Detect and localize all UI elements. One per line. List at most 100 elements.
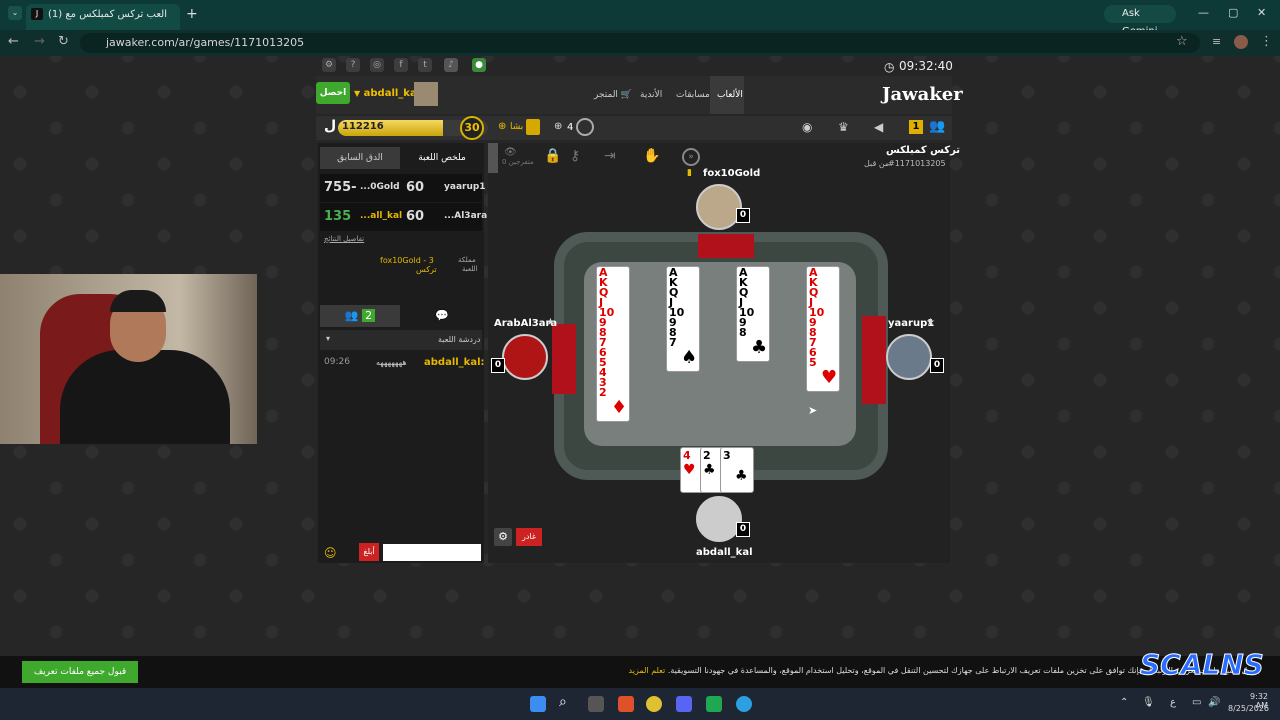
login-button[interactable]: احصل — [316, 82, 350, 104]
start-icon[interactable] — [530, 696, 546, 712]
language-indicator[interactable]: ع — [1170, 697, 1176, 708]
chat-input[interactable] — [383, 544, 481, 561]
chrome-icon[interactable] — [646, 696, 662, 712]
vip-card-icon[interactable] — [526, 119, 540, 135]
chat-header[interactable]: ▾ دردشة اللعبة — [320, 330, 482, 350]
exit-door-icon[interactable]: ⇥ — [604, 148, 616, 164]
eye-icon: 👁 — [504, 147, 517, 158]
opponent-name: ...0Gold — [360, 182, 400, 192]
report-button[interactable]: أبلغ — [359, 543, 379, 561]
ask-gemini-button[interactable]: Ask Gemini — [1104, 5, 1176, 37]
help-icon[interactable]: ? — [346, 58, 360, 72]
score-details-link[interactable]: تفاصيل النتائج — [324, 235, 364, 243]
friends-icon[interactable]: 👥 — [929, 119, 945, 134]
settings-gear-icon[interactable]: ⚙ — [494, 528, 512, 546]
volume-icon[interactable]: 🔊 — [1208, 697, 1220, 708]
clock-icon: ◷ — [884, 60, 895, 74]
tray-chevron-icon[interactable]: ⌃ — [1120, 697, 1128, 708]
maximize-icon[interactable]: ▢ — [1228, 6, 1238, 19]
reload-icon[interactable]: ↻ — [58, 34, 69, 49]
browser-tab[interactable]: (1) العب تركس كمبلكس مع — [26, 4, 180, 30]
profile-avatar[interactable] — [1234, 35, 1248, 49]
scroll-handle[interactable] — [488, 143, 498, 173]
webcam-overlay — [0, 274, 257, 444]
hand-card[interactable]: 3 ♣ — [720, 447, 754, 493]
tab-chat[interactable]: 💬 — [402, 305, 482, 327]
hand-icon[interactable]: ✋ — [643, 148, 660, 164]
team-total: 755- — [324, 180, 357, 195]
jawaker-logo[interactable]: Jawaker — [882, 84, 963, 105]
tab-search-icon[interactable]: ⌄ — [8, 6, 22, 20]
tab-friends[interactable]: 👥 2 — [320, 305, 400, 327]
chevron-down-icon: ▾ — [326, 334, 331, 343]
taskbar-date[interactable]: 8/25/2026 — [1228, 704, 1269, 713]
tab-game-summary[interactable]: ملخص اللعبة — [402, 147, 482, 169]
menu-store[interactable]: المتجر 🛒 — [594, 90, 632, 100]
discord-icon[interactable] — [676, 696, 692, 712]
trophy-icon[interactable]: ♛ — [838, 120, 849, 134]
game-value: تركس — [416, 265, 437, 274]
sound-icon[interactable]: ♪ — [444, 58, 458, 72]
round-points: 60 — [406, 209, 425, 224]
chat-message: هههههههه — [376, 358, 407, 367]
card-suit-icon: ♣ — [751, 337, 768, 358]
forward-icon[interactable]: → — [34, 34, 45, 49]
search-icon[interactable]: ⌕ — [559, 694, 567, 710]
gold-card-icon: ▮ — [687, 168, 692, 178]
card-suit-icon: ♥ — [821, 367, 838, 388]
bookmark-star-icon[interactable]: ☆ — [1176, 34, 1188, 49]
emoji-icon[interactable]: ☺ — [324, 546, 337, 560]
facebook-icon[interactable]: f — [394, 58, 408, 72]
add-gold-icon[interactable]: ⊕ — [554, 121, 562, 132]
hand-card-suit-icon: ♣ — [735, 468, 748, 484]
key-icon[interactable]: ⚷ — [570, 148, 580, 164]
address-bar[interactable]: jawaker.com/ar/games/1171013205 — [80, 33, 1200, 53]
chat-user: abdall_kal: — [424, 357, 485, 368]
twitter-icon[interactable]: t — [418, 58, 432, 72]
mic-icon[interactable]: 🎙 — [1142, 697, 1155, 708]
right-player-cards — [862, 316, 886, 404]
game-since: من قبل — [864, 159, 890, 168]
left-player-avatar[interactable] — [502, 334, 548, 380]
new-tab-icon[interactable]: + — [186, 6, 198, 22]
hand-card-rank: 2 — [703, 449, 711, 462]
kingdom-value: fox10Gold - 3 — [380, 256, 434, 265]
reading-list-icon[interactable]: ≡ — [1212, 35, 1221, 48]
top-player-name[interactable]: fox10Gold — [703, 168, 760, 179]
right-player-avatar[interactable] — [886, 334, 932, 380]
app-icon[interactable] — [736, 696, 752, 712]
brave-icon[interactable] — [618, 696, 634, 712]
megaphone-icon[interactable]: ◀ — [874, 120, 883, 134]
card-rank: 8 — [739, 326, 747, 339]
menu-store-label: المتجر — [594, 90, 618, 100]
card-suit-icon: ♦ — [611, 397, 628, 418]
instagram-icon[interactable]: ◎ — [370, 58, 384, 72]
minimize-icon[interactable]: — — [1198, 6, 1209, 19]
bottom-player-name[interactable]: abdall_kal — [696, 547, 753, 558]
user-avatar[interactable] — [414, 82, 438, 106]
controller-icon[interactable]: ● — [472, 58, 486, 72]
accept-cookies-button[interactable]: قبول جميع ملفات تعريف الارتباط — [22, 661, 138, 699]
top-player-avatar[interactable] — [696, 184, 742, 230]
menu-icon[interactable]: ⋮ — [1260, 34, 1273, 49]
username-dropdown[interactable]: ▼ abdall_kal — [354, 88, 420, 99]
site-clock: 09:32:40 — [899, 59, 953, 73]
tab-previous-round[interactable]: الدق السابق — [320, 147, 400, 169]
notification-badge[interactable]: 1 — [909, 120, 923, 134]
menu-games[interactable]: الألعاب — [717, 90, 743, 100]
task-view-icon[interactable] — [588, 696, 604, 712]
leave-button[interactable]: غادر — [516, 528, 542, 546]
menu-competitions[interactable]: مسابقات — [676, 90, 710, 100]
add-vip-icon[interactable]: ⊕ — [498, 121, 506, 132]
store-icon[interactable] — [706, 696, 722, 712]
kingdom-label: مملكة — [458, 256, 476, 264]
fast-forward-icon[interactable]: » — [682, 148, 700, 166]
menu-clubs[interactable]: الأندية — [640, 90, 662, 100]
learn-more-link[interactable]: تعلم المزيد — [629, 666, 666, 675]
settings-icon[interactable]: ⚙ — [322, 58, 336, 72]
lock-icon[interactable]: 🔒 — [544, 148, 561, 164]
network-icon[interactable]: ▭ — [1192, 697, 1201, 708]
back-icon[interactable]: ← — [8, 34, 19, 49]
close-icon[interactable]: ✕ — [1257, 6, 1266, 19]
rss-icon[interactable]: ◉ — [802, 120, 812, 134]
